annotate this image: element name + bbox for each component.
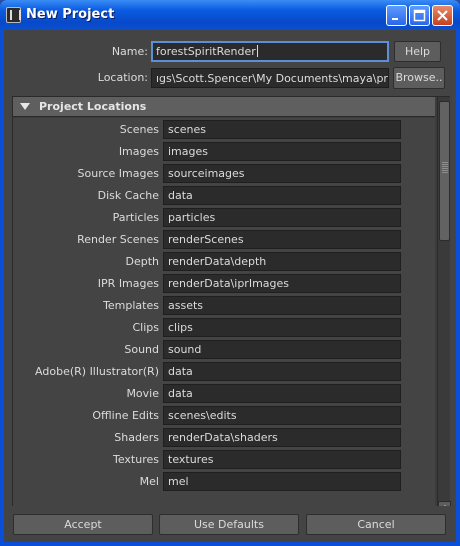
location-row: Offline Edits scenes\edits	[13, 405, 435, 427]
minimize-button[interactable]	[386, 5, 407, 26]
scrollbar-thumb[interactable]	[439, 101, 450, 241]
location-row: Depth renderData\depth	[13, 251, 435, 273]
location-row: Images images	[13, 141, 435, 163]
location-label: Location:	[97, 71, 148, 84]
grip-line	[442, 162, 448, 163]
location-row-input[interactable]: data	[163, 362, 401, 381]
location-row-input[interactable]: sound	[163, 340, 401, 359]
location-row-label: Scenes	[119, 123, 159, 136]
location-row-label: Mel	[139, 475, 159, 488]
help-button-label: Help	[404, 45, 431, 58]
location-row-input[interactable]: data	[163, 384, 401, 403]
maximize-button[interactable]	[409, 5, 430, 26]
cancel-button[interactable]: Cancel	[306, 514, 446, 535]
location-row-label: Particles	[112, 211, 159, 224]
grip-line	[442, 170, 448, 171]
project-locations-list: Scenes scenes Images images Source Images sou…	[13, 118, 435, 531]
dialog-button-bar: Accept Use Defaults Cancel	[4, 506, 456, 542]
maya-app-icon	[6, 7, 21, 23]
location-row: Sound sound	[13, 339, 435, 361]
location-row-label: Templates	[103, 299, 159, 312]
grip-line	[442, 168, 448, 169]
location-row: Adobe(R) Illustrator(R) data	[13, 361, 435, 383]
location-row-input[interactable]: mel	[163, 472, 401, 491]
location-row-input[interactable]: renderData\depth	[163, 252, 401, 271]
close-button[interactable]	[432, 5, 453, 26]
project-name-input[interactable]: forestSpiritRender	[151, 41, 389, 62]
location-row-label: Images	[118, 145, 159, 158]
location-row-label: Movie	[126, 387, 159, 400]
location-row-label: IPR Images	[97, 277, 159, 290]
grip-line	[442, 172, 448, 173]
grip-line	[442, 164, 448, 165]
use-defaults-button[interactable]: Use Defaults	[159, 514, 299, 535]
location-row-input[interactable]: renderData\shaders	[163, 428, 401, 447]
location-row-label: Depth	[125, 255, 159, 268]
location-row: Templates assets	[13, 295, 435, 317]
location-row: Mel mel	[13, 471, 435, 493]
location-row-label: Clips	[132, 321, 159, 334]
location-row-input[interactable]: particles	[163, 208, 401, 227]
project-name-value: forestSpiritRender	[156, 45, 256, 58]
title-bar[interactable]: New Project	[0, 0, 460, 30]
location-row-input[interactable]: data	[163, 186, 401, 205]
new-project-window: New Project Name: forestSpiritRender Hel…	[0, 0, 460, 546]
location-row-label: Render Scenes	[77, 233, 159, 246]
location-row-input[interactable]: scenes\edits	[163, 406, 401, 425]
location-row-label: Sound	[124, 343, 159, 356]
location-row-input[interactable]: scenes	[163, 120, 401, 139]
location-row: Scenes scenes	[13, 119, 435, 141]
text-caret	[256, 45, 258, 57]
close-icon	[437, 10, 448, 21]
location-row-input[interactable]: images	[163, 142, 401, 161]
location-row: Particles particles	[13, 207, 435, 229]
location-row-input[interactable]: textures	[163, 450, 401, 469]
location-row: Movie data	[13, 383, 435, 405]
collapse-triangle-icon[interactable]	[20, 103, 30, 110]
location-row: IPR Images renderData\iprImages	[13, 273, 435, 295]
browse-button-label: Browse..	[395, 71, 443, 84]
location-input[interactable]: ıgs\Scott.Spencer\My Documents\maya\proj…	[151, 68, 389, 88]
minimize-icon	[392, 18, 398, 20]
location-row: Clips clips	[13, 317, 435, 339]
location-row: Render Scenes renderScenes	[13, 229, 435, 251]
location-row-input[interactable]: assets	[163, 296, 401, 315]
project-locations-panel: Project Locations Scenes scenes Images imag…	[12, 96, 451, 532]
use-defaults-button-label: Use Defaults	[194, 518, 264, 531]
window-title: New Project	[26, 7, 115, 22]
vertical-scrollbar[interactable]	[437, 97, 451, 531]
dialog-body: Name: forestSpiritRender Help Location: …	[4, 30, 456, 542]
location-row-label: Textures	[113, 453, 159, 466]
location-row-label: Source Images	[77, 167, 159, 180]
browse-button[interactable]: Browse..	[393, 67, 445, 89]
accept-button-label: Accept	[64, 518, 102, 531]
help-button[interactable]: Help	[394, 41, 441, 62]
name-label: Name:	[111, 45, 148, 58]
cancel-button-label: Cancel	[357, 518, 395, 531]
location-row: Disk Cache data	[13, 185, 435, 207]
project-locations-title: Project Locations	[39, 100, 147, 113]
grip-line	[442, 166, 448, 167]
location-row: Shaders renderData\shaders	[13, 427, 435, 449]
location-row-label: Adobe(R) Illustrator(R)	[35, 365, 159, 378]
maximize-icon	[413, 9, 426, 22]
location-row-input[interactable]: clips	[163, 318, 401, 337]
location-row-label: Disk Cache	[97, 189, 159, 202]
location-row: Textures textures	[13, 449, 435, 471]
location-row-label: Shaders	[114, 431, 159, 444]
location-row-label: Offline Edits	[92, 409, 159, 422]
location-row-input[interactable]: sourceimages	[163, 164, 401, 183]
project-locations-header[interactable]: Project Locations	[13, 97, 435, 117]
location-row-input[interactable]: renderData\iprImages	[163, 274, 401, 293]
accept-button[interactable]: Accept	[13, 514, 153, 535]
location-row: Source Images sourceimages	[13, 163, 435, 185]
location-row-input[interactable]: renderScenes	[163, 230, 401, 249]
